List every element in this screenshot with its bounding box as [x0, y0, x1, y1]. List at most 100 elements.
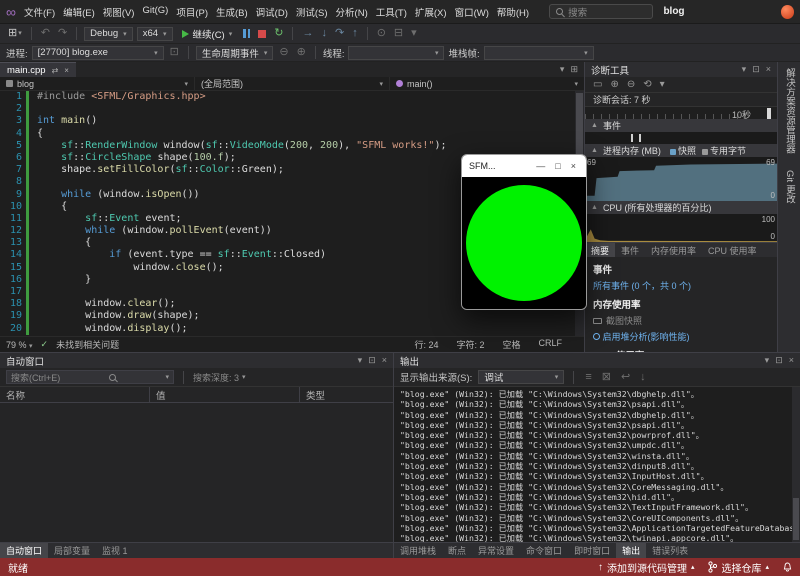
- window-position-icon[interactable]: ▾: [765, 355, 770, 366]
- more-commands-icon[interactable]: ▾: [409, 27, 419, 40]
- break-all-icon[interactable]: [241, 28, 252, 39]
- docked-panel-vertical-tab[interactable]: 解决方案资源管理器: [782, 68, 796, 154]
- menu-item[interactable]: 视图(V): [99, 3, 139, 21]
- panel-tab[interactable]: 局部变量: [48, 543, 96, 558]
- memory-chart[interactable]: 69 69 0: [585, 157, 777, 201]
- autos-grid-body[interactable]: [0, 403, 393, 542]
- select-tool-icon[interactable]: ▭: [593, 79, 602, 90]
- eol-indicator[interactable]: CRLF: [538, 338, 562, 351]
- add-to-source-control-button[interactable]: ↑ 添加到源代码管理 ▴: [598, 560, 695, 575]
- timeline-ruler[interactable]: 10秒: [585, 106, 777, 120]
- add-item-icon[interactable]: ⊞ ▾: [6, 27, 24, 40]
- close-panel-icon[interactable]: ×: [382, 355, 387, 366]
- pin-icon[interactable]: ⊡: [752, 64, 760, 75]
- close-panel-icon[interactable]: ×: [789, 355, 794, 366]
- step-into-icon[interactable]: ↓: [319, 27, 329, 40]
- new-tab-group-icon[interactable]: ⊞: [570, 64, 578, 75]
- panel-tab[interactable]: 输出: [616, 543, 647, 558]
- pin-icon[interactable]: ⊡: [775, 355, 783, 366]
- settings-icon[interactable]: ▾: [660, 79, 665, 90]
- panel-tab[interactable]: CPU 使用率: [702, 243, 763, 257]
- window-position-icon[interactable]: ▾: [358, 355, 363, 366]
- stop-debugging-icon[interactable]: [256, 29, 268, 39]
- menu-item[interactable]: 测试(S): [292, 3, 332, 21]
- panel-tab[interactable]: 调用堆栈: [394, 543, 442, 558]
- menu-item[interactable]: 扩展(X): [411, 3, 451, 21]
- lifecycle-events-dropdown[interactable]: 生命周期事件 ▾: [195, 45, 274, 60]
- stack-frame-dropdown[interactable]: ▾: [483, 45, 594, 60]
- close-icon[interactable]: ×: [568, 161, 579, 171]
- column-value[interactable]: 值: [150, 387, 300, 402]
- zoom-out-icon[interactable]: ⊖: [627, 79, 635, 90]
- find-in-files-icon[interactable]: ⊟: [392, 27, 405, 40]
- word-wrap-icon[interactable]: ↩: [619, 371, 632, 384]
- undo-icon[interactable]: ↶: [39, 27, 52, 40]
- select-repository-button[interactable]: 选择仓库 ▴: [708, 560, 769, 575]
- take-snapshot-button[interactable]: 截图快照: [593, 314, 769, 327]
- enable-heap-link[interactable]: 启用堆分析(影响性能): [593, 330, 769, 343]
- platform-dropdown[interactable]: x64 ▾: [136, 26, 173, 41]
- continue-button[interactable]: 继续(C) ▾: [177, 27, 238, 41]
- sfml-app-window[interactable]: SFM... — □ ×: [461, 154, 587, 310]
- menu-item[interactable]: 工具(T): [372, 3, 411, 21]
- maximize-icon[interactable]: □: [552, 161, 563, 171]
- process-snapshot-icon[interactable]: ⊡: [168, 46, 181, 59]
- menu-item[interactable]: 文件(F): [20, 3, 59, 21]
- restart-icon[interactable]: ↻: [272, 27, 285, 40]
- spaces-indicator[interactable]: 空格: [502, 338, 520, 351]
- health-indicator-icon[interactable]: ✓: [41, 339, 49, 350]
- toggle-autoscroll-icon[interactable]: ↓: [638, 371, 648, 384]
- sfml-title-bar[interactable]: SFM... — □ ×: [462, 155, 586, 177]
- reset-view-icon[interactable]: ⟲: [643, 79, 651, 90]
- scope-dropdown[interactable]: (全局范围) ▾: [195, 77, 390, 90]
- pin-icon[interactable]: ⊡: [368, 355, 376, 366]
- line-indicator[interactable]: 行: 24: [414, 338, 438, 351]
- menu-item[interactable]: 窗口(W): [451, 3, 493, 21]
- hot-reload-icon[interactable]: ⊙: [375, 27, 388, 40]
- member-dropdown[interactable]: main() ▾: [390, 77, 584, 90]
- close-tab-icon[interactable]: ×: [64, 66, 69, 75]
- suspend-icon[interactable]: ⊖: [277, 46, 290, 59]
- project-dropdown[interactable]: blog ▾: [0, 77, 195, 90]
- panel-tab[interactable]: 摘要: [585, 243, 616, 257]
- zoom-in-icon[interactable]: ⊕: [610, 79, 618, 90]
- configuration-dropdown[interactable]: Debug ▾: [84, 26, 133, 41]
- menu-item[interactable]: 调试(D): [252, 3, 292, 21]
- window-position-icon[interactable]: ▾: [742, 64, 747, 75]
- output-log[interactable]: "blog.exe" (Win32): 已加载 "C:\Windows\Syst…: [394, 387, 800, 542]
- menu-item[interactable]: 编辑(E): [59, 3, 99, 21]
- thread-dropdown[interactable]: ▾: [348, 45, 445, 60]
- event-marker[interactable]: [638, 134, 641, 142]
- menu-item[interactable]: 项目(P): [172, 3, 212, 21]
- menu-item[interactable]: Git(G): [138, 3, 172, 21]
- panel-tab[interactable]: 命令窗口: [520, 543, 568, 558]
- close-panel-icon[interactable]: ×: [766, 64, 771, 75]
- menu-item[interactable]: 生成(B): [212, 3, 252, 21]
- column-type[interactable]: 类型: [300, 387, 393, 402]
- notifications-bell-icon[interactable]: [783, 562, 792, 573]
- all-events-link[interactable]: 所有事件 (0 个，共 0 个): [593, 279, 769, 292]
- output-source-dropdown[interactable]: 调试 ▾: [478, 370, 565, 384]
- panel-tab[interactable]: 监视 1: [96, 543, 134, 558]
- menu-item[interactable]: 帮助(H): [493, 3, 533, 21]
- show-next-statement-icon[interactable]: →: [300, 27, 315, 40]
- process-dropdown[interactable]: [27700] blog.exe ▾: [31, 45, 164, 60]
- redo-icon[interactable]: ↷: [56, 27, 69, 40]
- cpu-chart[interactable]: 100 0: [585, 214, 777, 242]
- panel-tab[interactable]: 自动窗口: [0, 543, 49, 558]
- clear-all-icon[interactable]: ⊠: [600, 371, 613, 384]
- panel-tab[interactable]: 事件: [615, 243, 645, 257]
- timeline-handle[interactable]: [767, 108, 771, 119]
- resume-icon[interactable]: ⊕: [295, 46, 308, 59]
- output-scrollbar[interactable]: [792, 387, 800, 542]
- column-indicator[interactable]: 字符: 2: [456, 338, 484, 351]
- column-name[interactable]: 名称: [0, 387, 150, 402]
- find-message-icon[interactable]: ≡: [583, 371, 593, 384]
- autos-search-input[interactable]: 搜索(Ctrl+E) ▾: [6, 370, 174, 384]
- panel-tab[interactable]: 错误列表: [646, 543, 694, 558]
- memory-section-header[interactable]: ▲ 进程内存 (MB) 快照 专用字节: [585, 144, 777, 157]
- panel-tab[interactable]: 即时窗口: [568, 543, 616, 558]
- search-depth-control[interactable]: 搜索深度: 3 ▾: [193, 371, 246, 384]
- account-avatar[interactable]: [780, 4, 794, 19]
- output-scrollbar-thumb[interactable]: [793, 498, 799, 540]
